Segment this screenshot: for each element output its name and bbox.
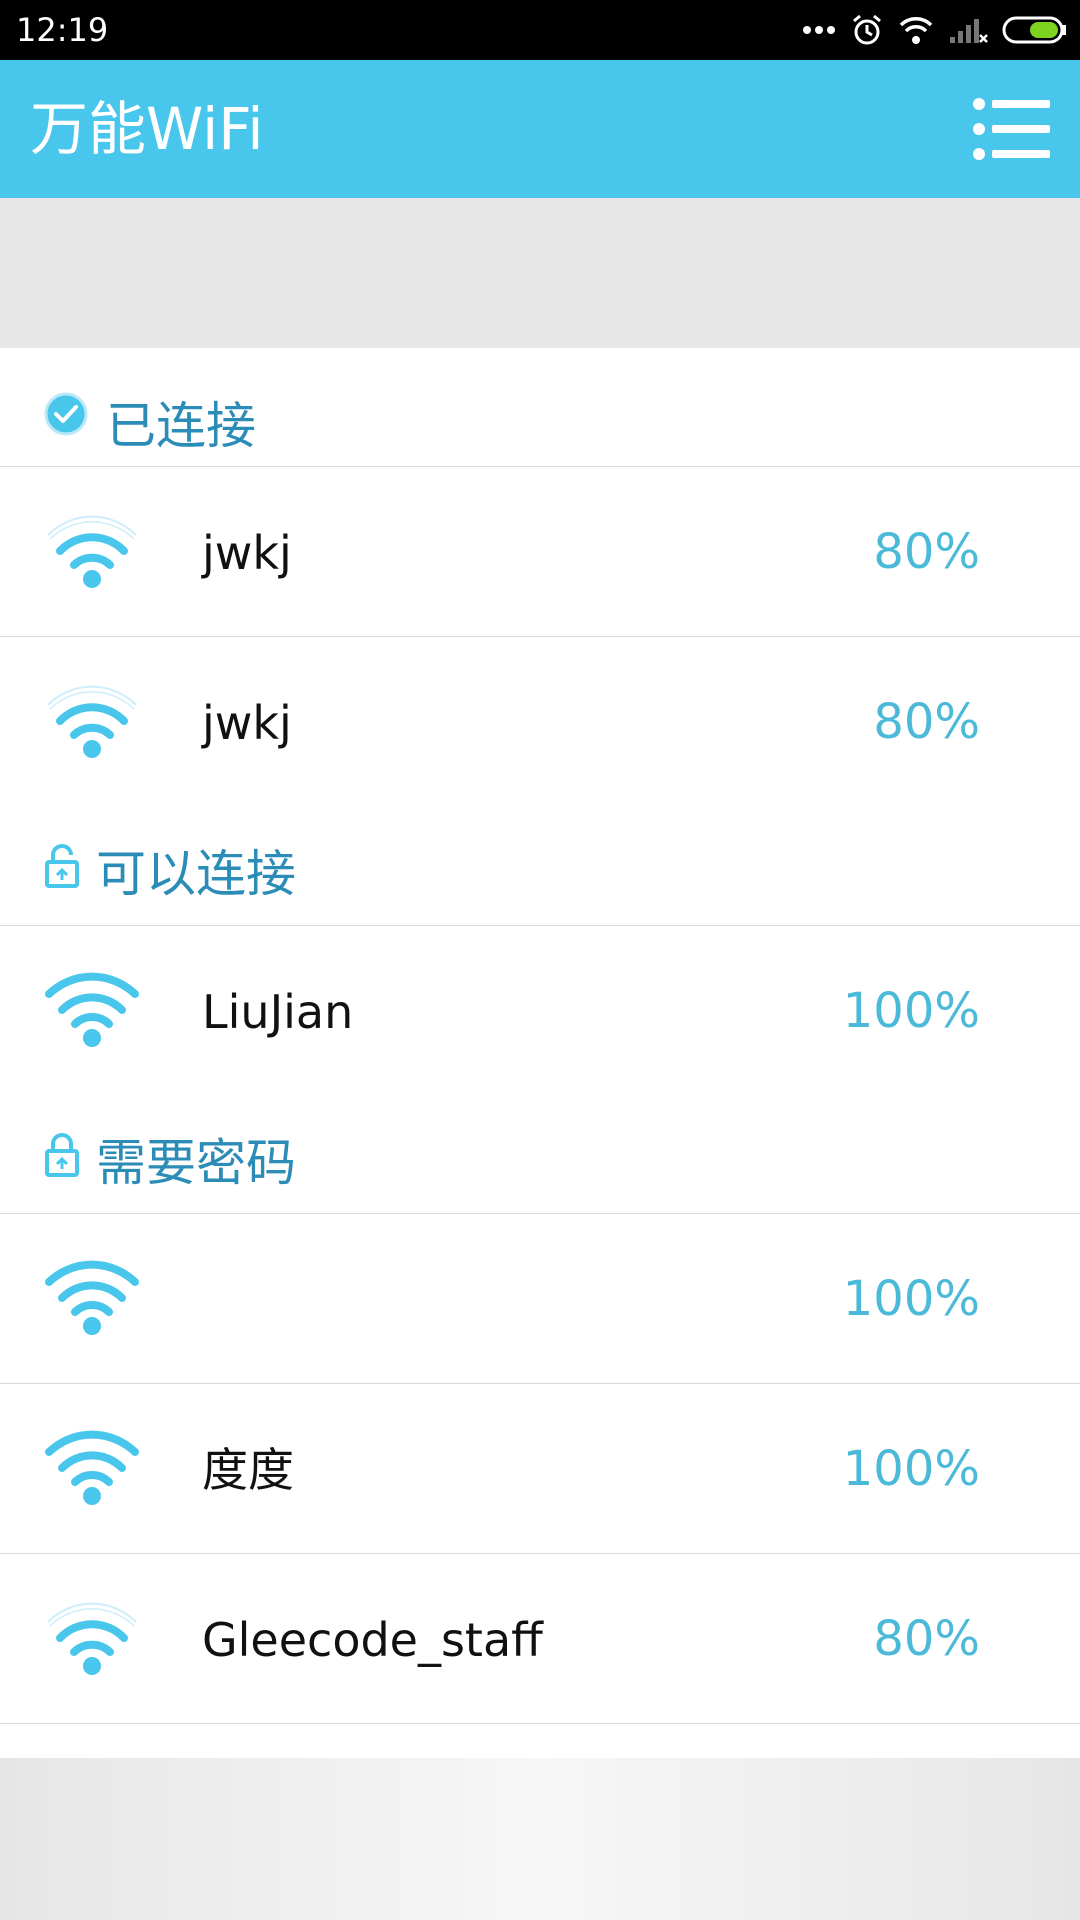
banner-area: [0, 198, 1080, 348]
app-title: 万能WiFi: [30, 95, 264, 163]
unlock-icon: [45, 844, 79, 888]
wifi-row-secured-3[interactable]: Gleecode_staff 80%: [0, 1553, 1080, 1723]
menu-button[interactable]: [972, 96, 1050, 162]
wifi-strength: 100%: [842, 983, 980, 1039]
lock-icon: [45, 1133, 79, 1177]
wifi-row-open-1[interactable]: LiuJian 100%: [0, 925, 1080, 1095]
wifi-row-connected-2[interactable]: jwkj 80%: [0, 636, 1080, 806]
wifi-row-secured-1[interactable]: 100%: [0, 1213, 1080, 1383]
list-divider: [0, 1723, 1080, 1724]
wifi-signal-80-icon: [47, 1602, 137, 1675]
wifi-name: LiuJian: [202, 985, 354, 1039]
status-time: 12:19: [16, 11, 109, 49]
section-label-connected: 已连接: [106, 397, 256, 455]
wifi-name: jwkj: [202, 696, 292, 750]
wifi-strength: 100%: [842, 1441, 980, 1497]
section-label-open: 可以连接: [96, 845, 296, 903]
battery-icon: [1002, 16, 1066, 44]
wifi-strength: 100%: [842, 1271, 980, 1327]
wifi-name: jwkj: [202, 526, 292, 580]
app-bar: 万能WiFi: [0, 60, 1080, 198]
section-header-secured: 需要密码: [0, 1095, 1080, 1213]
section-header-connected: 已连接: [0, 348, 1080, 466]
wifi-signal-80-icon: [47, 685, 137, 758]
wifi-strength: 80%: [873, 694, 980, 750]
section-header-open: 可以连接: [0, 806, 1080, 925]
wifi-signal-80-icon: [47, 515, 137, 588]
status-bar: 12:19: [0, 0, 1080, 60]
alarm-icon: [853, 14, 881, 45]
wifi-name: Gleecode_staff: [202, 1613, 543, 1667]
status-icons: [788, 10, 1068, 50]
wifi-row-connected-1[interactable]: jwkj 80%: [0, 466, 1080, 636]
wifi-signal-full-icon: [45, 972, 139, 1047]
wifi-signal-full-icon: [45, 1260, 139, 1335]
wifi-row-secured-2[interactable]: 度度 100%: [0, 1383, 1080, 1553]
menu-list-icon: [973, 98, 1050, 160]
check-circle-icon: [44, 392, 88, 436]
wifi-strength: 80%: [873, 1611, 980, 1667]
cell-signal-icon: [950, 19, 988, 43]
wifi-name: 度度: [202, 1443, 294, 1497]
section-label-secured: 需要密码: [96, 1134, 296, 1192]
more-dots-icon: [803, 26, 835, 34]
wifi-strength: 80%: [873, 524, 980, 580]
wifi-status-icon: [899, 17, 933, 44]
wifi-signal-full-icon: [45, 1430, 139, 1505]
bottom-banner: [0, 1758, 1080, 1920]
wifi-list: 已连接 jwkj 80% jwkj 80% 可以连接 LiuJian 100% …: [0, 348, 1080, 1724]
